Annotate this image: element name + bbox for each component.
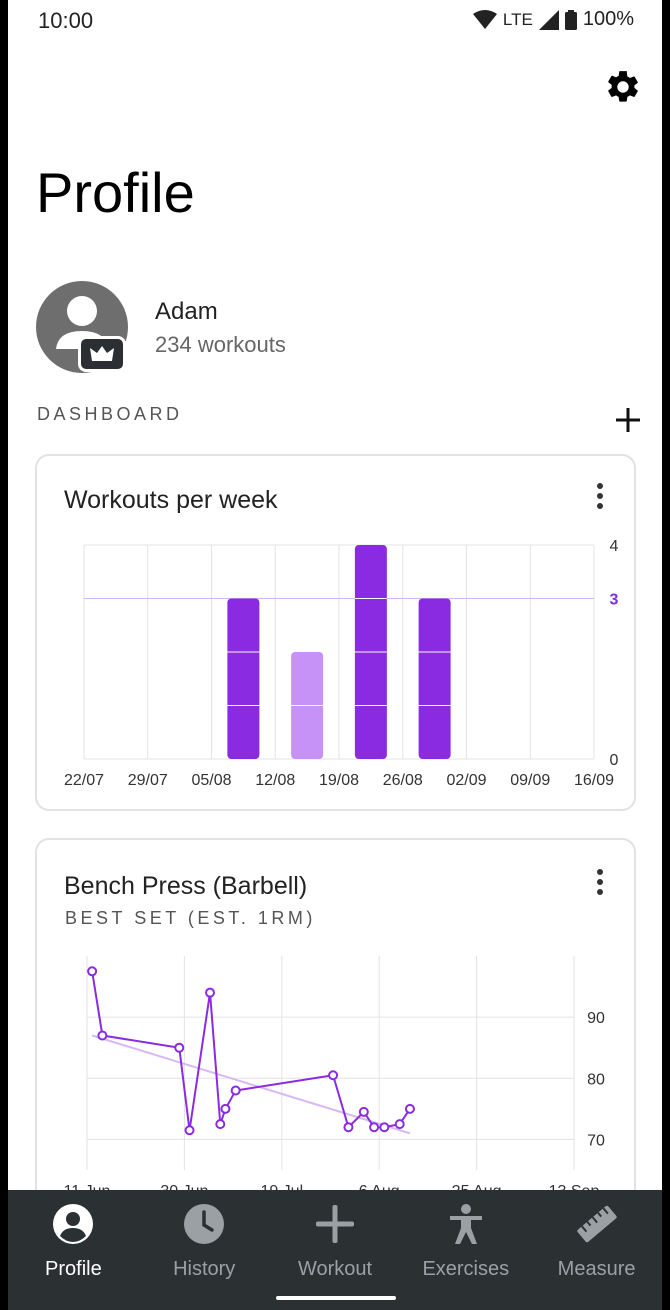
data-point [230, 1085, 241, 1096]
data-point [328, 1070, 339, 1081]
settings-gear-icon[interactable] [604, 68, 642, 106]
nav-workout[interactable]: Workout [270, 1190, 401, 1310]
ruler-icon [576, 1205, 617, 1243]
data-point [97, 1030, 108, 1041]
nav-label: Profile [45, 1258, 102, 1280]
nav-exercises[interactable]: Exercises [400, 1190, 531, 1310]
data-point [394, 1119, 405, 1130]
bar [227, 598, 260, 759]
nav-label: History [173, 1258, 236, 1280]
wifi-icon [472, 9, 497, 29]
x-tick-label: 19/08 [319, 772, 359, 789]
data-point [379, 1122, 390, 1133]
nav-profile[interactable]: Profile [8, 1190, 139, 1310]
nav-history[interactable]: History [139, 1190, 270, 1310]
profile-icon [53, 1204, 94, 1244]
y-tick-label: 0 [610, 752, 619, 769]
x-tick-label: 09/09 [510, 772, 550, 789]
x-tick-label: 16/09 [574, 772, 614, 789]
data-point [184, 1125, 195, 1136]
data-point [369, 1122, 380, 1133]
x-tick-label: 29/07 [128, 772, 168, 789]
data-point [358, 1106, 369, 1117]
battery-icon [564, 9, 577, 30]
crown-badge [78, 336, 126, 372]
bottom-navigation: Profile History Workout Exercises Measur… [8, 1190, 662, 1310]
x-tick-label: 22/07 [64, 772, 104, 789]
nav-label: Exercises [422, 1258, 510, 1280]
signal-icon [538, 9, 559, 30]
x-tick-label: 05/08 [191, 772, 231, 789]
trend-line [91, 1034, 411, 1135]
network-label: LTE [502, 9, 533, 29]
data-point [215, 1119, 226, 1130]
add-widget-icon[interactable] [612, 404, 644, 436]
bar [418, 598, 451, 759]
y-tick-label: 80 [587, 1071, 605, 1088]
nav-label: Measure [557, 1258, 636, 1280]
status-bar: 10:00 LTE 100% [8, 0, 662, 40]
crown-icon [90, 346, 114, 361]
x-tick-label: 02/09 [446, 772, 486, 789]
status-time: 10:00 [38, 8, 94, 33]
data-point [174, 1042, 185, 1053]
y-tick-label: 3 [610, 592, 619, 609]
data-point [343, 1122, 354, 1133]
dashboard-label: DASHBOARD [37, 404, 183, 424]
nav-measure[interactable]: Measure [531, 1190, 662, 1310]
x-tick-label: 12/08 [255, 772, 295, 789]
y-tick-label: 4 [610, 538, 619, 555]
history-icon [184, 1204, 225, 1244]
x-tick-label: 26/08 [383, 772, 423, 789]
status-icons: LTE 100% [472, 8, 634, 31]
y-tick-label: 70 [587, 1132, 605, 1149]
screen: 10:00 LTE 100% Profile Adam 234 workouts… [8, 0, 662, 1310]
workouts-bar-chart: 22/07 29/07 05/08 12/08 19/08 26/08 02/09 09/09… [64, 538, 619, 789]
plus-icon [315, 1205, 354, 1243]
workout-count: 234 workouts [155, 332, 286, 357]
data-point [404, 1103, 415, 1114]
y-tick-label: 90 [587, 1010, 605, 1027]
page-title: Profile [36, 161, 195, 224]
data-point [87, 966, 98, 977]
exercise-icon [449, 1204, 482, 1244]
battery-level: 100% [582, 8, 634, 30]
user-name: Adam [155, 298, 218, 325]
nav-label: Workout [297, 1258, 373, 1280]
workouts-per-week-card[interactable]: Workouts per week 22/07 29/07 05/08 12/08 19… [35, 454, 636, 811]
data-point [220, 1103, 231, 1114]
data-point [205, 987, 216, 998]
home-indicator [276, 1296, 396, 1300]
